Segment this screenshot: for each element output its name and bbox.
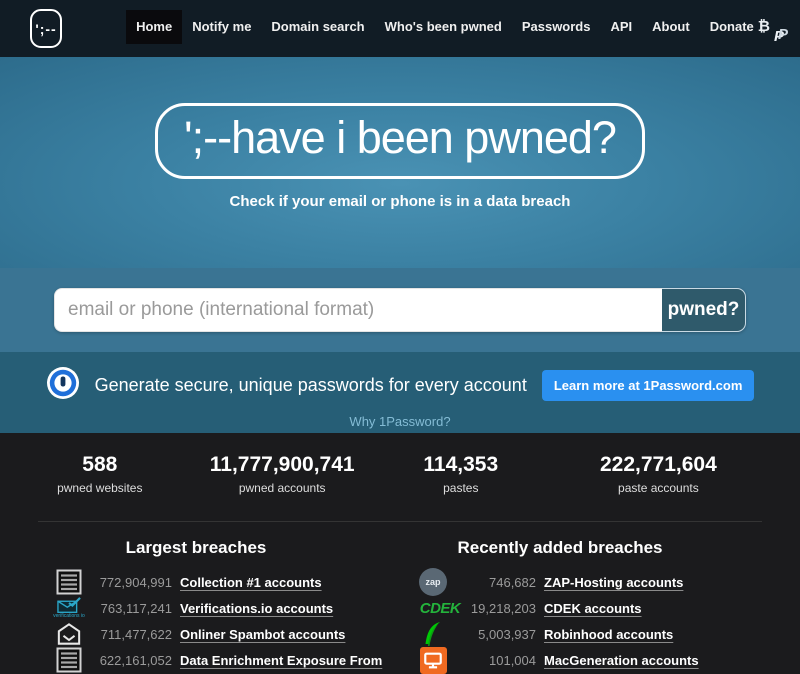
cdek-logo-icon: CDEK <box>416 600 464 617</box>
verifications-io-caption: verifications io <box>53 614 85 619</box>
breach-link-zap-hosting[interactable]: ZAP-Hosting accounts <box>544 575 683 590</box>
data-enrichment-list-icon <box>52 647 86 673</box>
nav-item-whos-been-pwned[interactable]: Who's been pwned <box>375 10 512 44</box>
stat-label: pwned websites <box>20 481 180 495</box>
stat-label: paste accounts <box>537 481 780 495</box>
largest-breaches-column: Largest breaches 772,904,991 Collection … <box>36 538 400 673</box>
top-navbar: ';-- Home Notify me Domain search Who's … <box>0 0 800 57</box>
nav-item-notify-me[interactable]: Notify me <box>182 10 261 44</box>
breach-link-onliner-spambot[interactable]: Onliner Spambot accounts <box>180 627 345 642</box>
donate-label: Donate <box>710 10 754 44</box>
breach-link-verifications-io[interactable]: Verifications.io accounts <box>180 601 333 616</box>
breach-link-collection1[interactable]: Collection #1 accounts <box>180 575 322 590</box>
paypal-icon: PP <box>774 18 790 36</box>
stat-paste-accounts: 222,771,604 paste accounts <box>537 453 780 495</box>
breach-count: 19,218,203 <box>464 601 536 616</box>
section-divider <box>38 521 762 522</box>
search-bar: pwned? <box>54 288 746 332</box>
nav-item-home[interactable]: Home <box>126 10 182 44</box>
onepassword-learn-more-button[interactable]: Learn more at 1Password.com <box>542 370 755 401</box>
search-section: pwned? <box>0 268 800 352</box>
stat-pastes: 114,353 pastes <box>385 453 537 495</box>
logo-text: ';-- <box>35 21 56 37</box>
why-1password-link[interactable]: Why 1Password? <box>349 414 450 429</box>
stat-value: 11,777,900,741 <box>180 453 385 477</box>
stat-label: pwned accounts <box>180 481 385 495</box>
onepassword-message: Generate secure, unique passwords for ev… <box>95 375 527 396</box>
collection1-list-icon <box>52 569 86 595</box>
stat-value: 114,353 <box>385 453 537 477</box>
nav-item-donate[interactable]: Donate ₿ PP <box>700 10 800 44</box>
breach-row-cdek: CDEK 19,218,203 CDEK accounts <box>416 595 764 621</box>
stat-value: 588 <box>20 453 180 477</box>
nav-item-api[interactable]: API <box>600 10 642 44</box>
verifications-io-envelope-icon: verifications io <box>52 597 86 619</box>
stat-value: 222,771,604 <box>537 453 780 477</box>
onepassword-banner: Generate secure, unique passwords for ev… <box>0 352 800 433</box>
breach-count: 746,682 <box>450 575 536 590</box>
nav-menu: Home Notify me Domain search Who's been … <box>126 10 800 44</box>
breach-link-macgeneration[interactable]: MacGeneration accounts <box>544 653 699 668</box>
breach-row-robinhood: 5,003,937 Robinhood accounts <box>416 621 764 647</box>
nav-item-domain-search[interactable]: Domain search <box>261 10 374 44</box>
zap-hosting-icon: zap <box>416 568 450 596</box>
onepassword-logo-icon <box>46 366 80 405</box>
breach-link-data-enrichment[interactable]: Data Enrichment Exposure From <box>180 653 382 668</box>
nav-item-passwords[interactable]: Passwords <box>512 10 601 44</box>
stats-and-breaches-section: 588 pwned websites 11,777,900,741 pwned … <box>0 433 800 673</box>
breach-row-verifications-io: verifications io 763,117,241 Verificatio… <box>52 595 400 621</box>
breach-count: 622,161,052 <box>86 653 172 668</box>
search-input[interactable] <box>54 288 662 332</box>
breach-row-collection1: 772,904,991 Collection #1 accounts <box>52 569 400 595</box>
page-title-text: ';--have i been pwned? <box>184 112 616 163</box>
zap-icon-text: zap <box>419 568 447 596</box>
stat-pwned-accounts: 11,777,900,741 pwned accounts <box>180 453 385 495</box>
hibp-logo[interactable]: ';-- <box>30 9 62 48</box>
breach-row-macgeneration: 101,004 MacGeneration accounts <box>416 647 764 673</box>
breach-count: 763,117,241 <box>86 601 172 616</box>
robinhood-feather-icon <box>416 621 450 647</box>
onliner-spambot-envelope-icon <box>52 622 86 646</box>
recent-breaches-column: Recently added breaches zap 746,682 ZAP-… <box>400 538 764 673</box>
nav-item-about[interactable]: About <box>642 10 700 44</box>
breach-count: 5,003,937 <box>450 627 536 642</box>
breach-row-data-enrichment: 622,161,052 Data Enrichment Exposure Fro… <box>52 647 400 673</box>
breach-link-robinhood[interactable]: Robinhood accounts <box>544 627 673 642</box>
breach-row-zap-hosting: zap 746,682 ZAP-Hosting accounts <box>416 569 764 595</box>
stats-row: 588 pwned websites 11,777,900,741 pwned … <box>20 453 780 495</box>
hero-subtitle: Check if your email or phone is in a dat… <box>0 193 800 210</box>
breach-count: 711,477,622 <box>86 627 172 642</box>
pwned-button[interactable]: pwned? <box>662 288 746 332</box>
stat-pwned-websites: 588 pwned websites <box>20 453 180 495</box>
hero-section: ';--have i been pwned? Check if your ema… <box>0 57 800 268</box>
largest-breaches-heading: Largest breaches <box>52 538 400 558</box>
page-title: ';--have i been pwned? <box>155 103 645 179</box>
breach-row-onliner-spambot: 711,477,622 Onliner Spambot accounts <box>52 621 400 647</box>
breach-count: 101,004 <box>450 653 536 668</box>
macgeneration-monitor-icon <box>416 647 450 674</box>
cdek-logo-text: CDEK <box>420 600 461 617</box>
stat-label: pastes <box>385 481 537 495</box>
breach-link-cdek[interactable]: CDEK accounts <box>544 601 642 616</box>
recent-breaches-heading: Recently added breaches <box>416 538 764 558</box>
breach-count: 772,904,991 <box>86 575 172 590</box>
bitcoin-icon: ₿ <box>758 10 770 44</box>
